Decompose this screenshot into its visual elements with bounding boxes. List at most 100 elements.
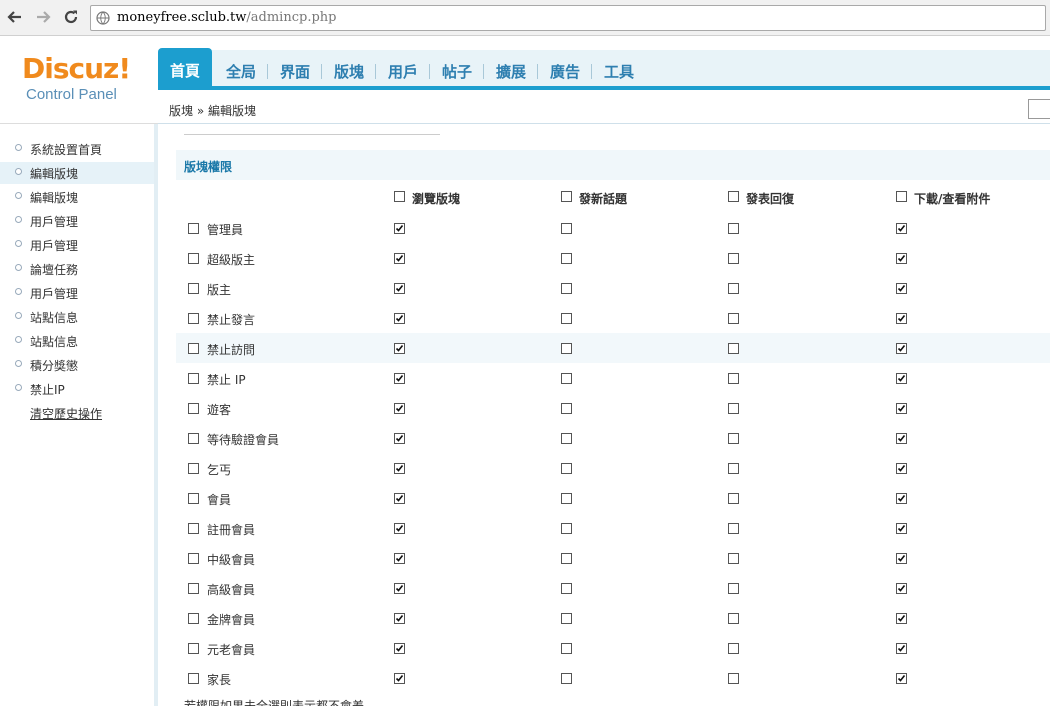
permission-checkbox[interactable] <box>561 643 572 654</box>
permission-checkbox[interactable] <box>896 343 907 354</box>
permission-checkbox[interactable] <box>394 613 405 624</box>
nav-tab-2[interactable]: 界面 <box>270 50 320 90</box>
permission-checkbox[interactable] <box>896 493 907 504</box>
permission-checkbox[interactable] <box>561 583 572 594</box>
permission-checkbox[interactable] <box>728 313 739 324</box>
permission-checkbox[interactable] <box>896 433 907 444</box>
permission-checkbox[interactable] <box>728 613 739 624</box>
reload-button[interactable] <box>60 6 82 28</box>
permission-checkbox[interactable] <box>896 463 907 474</box>
search-box[interactable] <box>1028 99 1050 119</box>
permission-checkbox[interactable] <box>896 373 907 384</box>
sidebar-item[interactable]: 用戶管理 <box>0 282 154 304</box>
sidebar-item[interactable]: 編輯版塊 <box>0 186 154 208</box>
sidebar-item[interactable]: 論壇任務 <box>0 258 154 280</box>
nav-tab-6[interactable]: 擴展 <box>486 50 536 90</box>
select-row-checkbox[interactable] <box>188 433 199 444</box>
permission-checkbox[interactable] <box>728 283 739 294</box>
permission-checkbox[interactable] <box>561 613 572 624</box>
permission-checkbox[interactable] <box>561 493 572 504</box>
permission-checkbox[interactable] <box>896 583 907 594</box>
select-column-checkbox[interactable] <box>896 191 907 202</box>
sidebar-item[interactable]: 用戶管理 <box>0 210 154 232</box>
permission-checkbox[interactable] <box>896 613 907 624</box>
nav-tab-8[interactable]: 工具 <box>594 50 644 90</box>
sidebar-item[interactable]: 禁止IP <box>0 378 154 400</box>
permission-checkbox[interactable] <box>561 673 572 684</box>
permission-checkbox[interactable] <box>561 313 572 324</box>
permission-checkbox[interactable] <box>728 223 739 234</box>
permission-checkbox[interactable] <box>728 463 739 474</box>
permission-checkbox[interactable] <box>561 223 572 234</box>
permission-checkbox[interactable] <box>896 523 907 534</box>
permission-checkbox[interactable] <box>561 373 572 384</box>
permission-checkbox[interactable] <box>728 673 739 684</box>
permission-checkbox[interactable] <box>896 403 907 414</box>
select-row-checkbox[interactable] <box>188 583 199 594</box>
select-row-checkbox[interactable] <box>188 403 199 414</box>
permission-checkbox[interactable] <box>896 553 907 564</box>
select-row-checkbox[interactable] <box>188 523 199 534</box>
sidebar-item[interactable]: 清空歷史操作 <box>0 402 154 424</box>
sidebar-item[interactable]: 用戶管理 <box>0 234 154 256</box>
address-bar[interactable]: moneyfree.sclub.tw/admincp.php <box>90 5 1046 31</box>
permission-checkbox[interactable] <box>394 343 405 354</box>
nav-tab-0[interactable]: 首頁 <box>158 48 212 90</box>
permission-checkbox[interactable] <box>394 433 405 444</box>
sidebar-item[interactable]: 站點信息 <box>0 306 154 328</box>
permission-checkbox[interactable] <box>728 343 739 354</box>
permission-checkbox[interactable] <box>561 463 572 474</box>
permission-checkbox[interactable] <box>896 283 907 294</box>
permission-checkbox[interactable] <box>896 223 907 234</box>
permission-checkbox[interactable] <box>561 283 572 294</box>
sidebar-item[interactable]: 積分獎懲 <box>0 354 154 376</box>
nav-tab-5[interactable]: 帖子 <box>432 50 482 90</box>
nav-tab-4[interactable]: 用戶 <box>378 50 428 90</box>
select-row-checkbox[interactable] <box>188 373 199 384</box>
select-row-checkbox[interactable] <box>188 463 199 474</box>
permission-checkbox[interactable] <box>394 673 405 684</box>
permission-checkbox[interactable] <box>394 253 405 264</box>
select-column-checkbox[interactable] <box>728 191 739 202</box>
permission-checkbox[interactable] <box>394 643 405 654</box>
permission-checkbox[interactable] <box>561 553 572 564</box>
back-button[interactable] <box>4 6 26 28</box>
sidebar-item[interactable]: 編輯版塊 <box>0 162 154 184</box>
nav-tab-1[interactable]: 全局 <box>216 50 266 90</box>
permission-checkbox[interactable] <box>728 253 739 264</box>
select-column-checkbox[interactable] <box>561 191 572 202</box>
select-row-checkbox[interactable] <box>188 643 199 654</box>
permission-checkbox[interactable] <box>394 373 405 384</box>
permission-checkbox[interactable] <box>394 493 405 504</box>
permission-checkbox[interactable] <box>561 343 572 354</box>
select-row-checkbox[interactable] <box>188 313 199 324</box>
select-row-checkbox[interactable] <box>188 493 199 504</box>
permission-checkbox[interactable] <box>561 433 572 444</box>
permission-checkbox[interactable] <box>896 253 907 264</box>
permission-checkbox[interactable] <box>394 553 405 564</box>
permission-checkbox[interactable] <box>896 643 907 654</box>
select-row-checkbox[interactable] <box>188 253 199 264</box>
permission-checkbox[interactable] <box>394 463 405 474</box>
select-row-checkbox[interactable] <box>188 673 199 684</box>
permission-checkbox[interactable] <box>896 313 907 324</box>
permission-checkbox[interactable] <box>728 493 739 504</box>
select-row-checkbox[interactable] <box>188 343 199 354</box>
permission-checkbox[interactable] <box>728 643 739 654</box>
permission-checkbox[interactable] <box>394 403 405 414</box>
nav-tab-7[interactable]: 廣告 <box>540 50 590 90</box>
permission-checkbox[interactable] <box>394 523 405 534</box>
permission-checkbox[interactable] <box>728 523 739 534</box>
forward-button[interactable] <box>32 6 54 28</box>
permission-checkbox[interactable] <box>728 583 739 594</box>
select-row-checkbox[interactable] <box>188 613 199 624</box>
sidebar-item[interactable]: 系統設置首頁 <box>0 138 154 160</box>
permission-checkbox[interactable] <box>394 583 405 594</box>
permission-checkbox[interactable] <box>728 553 739 564</box>
permission-checkbox[interactable] <box>561 523 572 534</box>
permission-checkbox[interactable] <box>394 283 405 294</box>
permission-checkbox[interactable] <box>728 433 739 444</box>
sidebar-item[interactable]: 站點信息 <box>0 330 154 352</box>
permission-checkbox[interactable] <box>728 403 739 414</box>
select-row-checkbox[interactable] <box>188 553 199 564</box>
